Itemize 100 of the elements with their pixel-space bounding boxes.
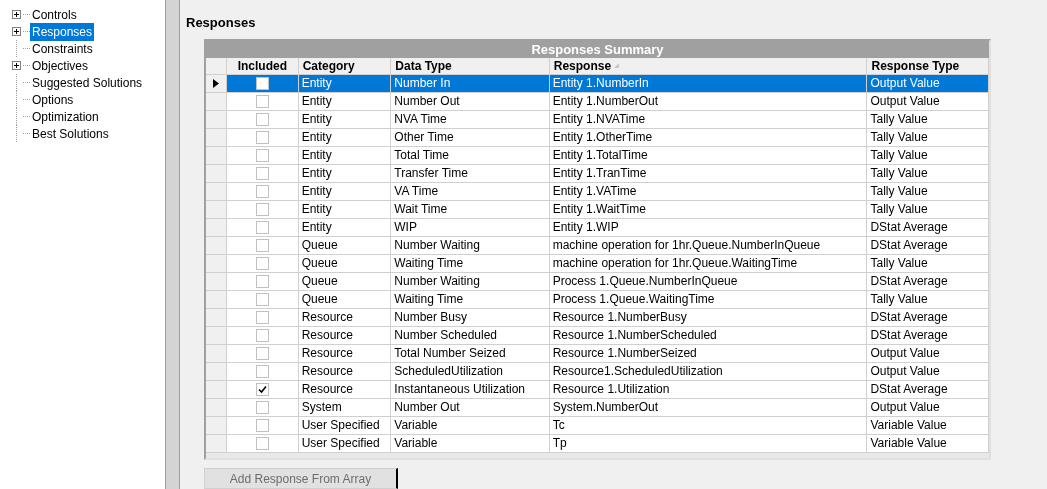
table-cell: Entity [298,110,392,129]
table-cell: Tally Value [867,146,989,165]
column-header[interactable]: Response Type [867,57,989,75]
table-cell: Process 1.Queue.NumberInQueue [549,272,868,291]
table-cell: Output Value [867,362,989,381]
table-cell: Number In [391,74,550,93]
tree-item[interactable]: Suggested Solutions [30,73,145,92]
table-cell: Entity 1.NumberIn [549,74,868,93]
splitter-bar[interactable] [166,0,180,489]
include-checkbox[interactable] [255,166,269,180]
table-cell: User Specified [298,416,392,435]
table-cell: Variable [391,416,550,435]
tree-item[interactable]: Constraints [30,39,95,58]
table-cell: Resource [298,362,392,381]
include-checkbox[interactable] [255,274,269,288]
column-header[interactable]: Category [298,57,392,75]
column-header[interactable]: Response [549,57,868,75]
include-checkbox[interactable] [255,328,269,342]
table-cell: Entity [298,74,392,93]
include-checkbox[interactable] [255,292,269,306]
table-cell: Entity [298,164,392,183]
table-cell: System [298,398,392,417]
table-cell: Tally Value [867,254,989,273]
panel-title: Responses [186,14,257,32]
table-cell: Tally Value [867,182,989,201]
expand-icon[interactable] [11,27,21,36]
table-cell: Other Time [391,128,550,147]
table-cell: WIP [391,218,550,237]
current-row-icon [212,78,219,88]
table-cell: machine operation for 1hr.Queue.NumberInQueue [549,236,868,255]
table-cell: Tally Value [867,164,989,183]
table-cell: Output Value [867,92,989,111]
table-cell: Number Out [391,92,550,111]
table-cell: Output Value [867,398,989,417]
table-cell: User Specified [298,434,392,453]
table-cell: Variable [391,434,550,453]
table-cell: Entity 1.WIP [549,218,868,237]
table-cell: Tally Value [867,128,989,147]
table-cell: DStat Average [867,272,989,291]
table-cell: Entity 1.VATime [549,182,868,201]
table-cell: Entity 1.TranTime [549,164,868,183]
table-cell: Entity 1.WaitTime [549,200,868,219]
table-cell: Resource [298,308,392,327]
table-cell: DStat Average [867,308,989,327]
include-checkbox[interactable] [255,220,269,234]
table-cell: Resource 1.Utilization [549,380,868,399]
table-cell: Tc [549,416,868,435]
include-checkbox[interactable] [255,418,269,432]
table-cell: Entity [298,128,392,147]
include-checkbox[interactable] [255,130,269,144]
table-cell: Number Waiting [391,272,550,291]
include-checkbox[interactable] [255,238,269,252]
table-cell: Entity [298,200,392,219]
tree-item[interactable]: Responses [30,22,95,41]
table-cell: Variable Value [867,416,989,435]
include-checkbox[interactable] [255,436,269,450]
include-checkbox[interactable] [255,148,269,162]
tree-item[interactable]: Best Solutions [30,124,111,143]
table-cell: Entity [298,146,392,165]
include-checkbox[interactable] [255,112,269,126]
table-cell: DStat Average [867,380,989,399]
expand-icon[interactable] [11,10,21,19]
table-cell: Entity 1.TotalTime [549,146,868,165]
table-cell: Resource 1.NumberScheduled [549,326,868,345]
table-cell: Tally Value [867,110,989,129]
tree-item[interactable]: Controls [30,5,79,24]
table-cell: Resource 1.NumberSeized [549,344,868,363]
table-cell: Instantaneous Utilization [391,380,550,399]
table-cell: Resource [298,380,392,399]
include-checkbox[interactable] [255,382,269,396]
table-cell: Resource [298,344,392,363]
include-checkbox[interactable] [255,346,269,360]
table-cell: Process 1.Queue.WaitingTime [549,290,868,309]
corner-cell [206,57,227,75]
column-header[interactable]: Data Type [391,57,550,75]
include-checkbox[interactable] [255,94,269,108]
table-cell: Number Scheduled [391,326,550,345]
tree-item[interactable]: Optimization [30,107,101,126]
table-cell: Output Value [867,74,989,93]
table-cell: Total Time [391,146,550,165]
include-checkbox[interactable] [255,76,269,90]
table-cell: Queue [298,254,392,273]
include-checkbox[interactable] [255,184,269,198]
table-cell: Number Waiting [391,236,550,255]
table-cell: Resource [298,326,392,345]
table-cell: VA Time [391,182,550,201]
tree-item[interactable]: Objectives [30,56,91,75]
expand-icon[interactable] [11,61,21,70]
column-header[interactable]: Included [226,57,299,75]
include-checkbox[interactable] [255,400,269,414]
include-checkbox[interactable] [255,256,269,270]
tree-item[interactable]: Options [30,90,76,109]
table-cell: Queue [298,290,392,309]
include-checkbox[interactable] [255,202,269,216]
table-cell: Number Busy [391,308,550,327]
table-cell: DStat Average [867,236,989,255]
include-checkbox[interactable] [255,310,269,324]
table-cell: Waiting Time [391,254,550,273]
include-checkbox[interactable] [255,364,269,378]
table-cell: Queue [298,236,392,255]
